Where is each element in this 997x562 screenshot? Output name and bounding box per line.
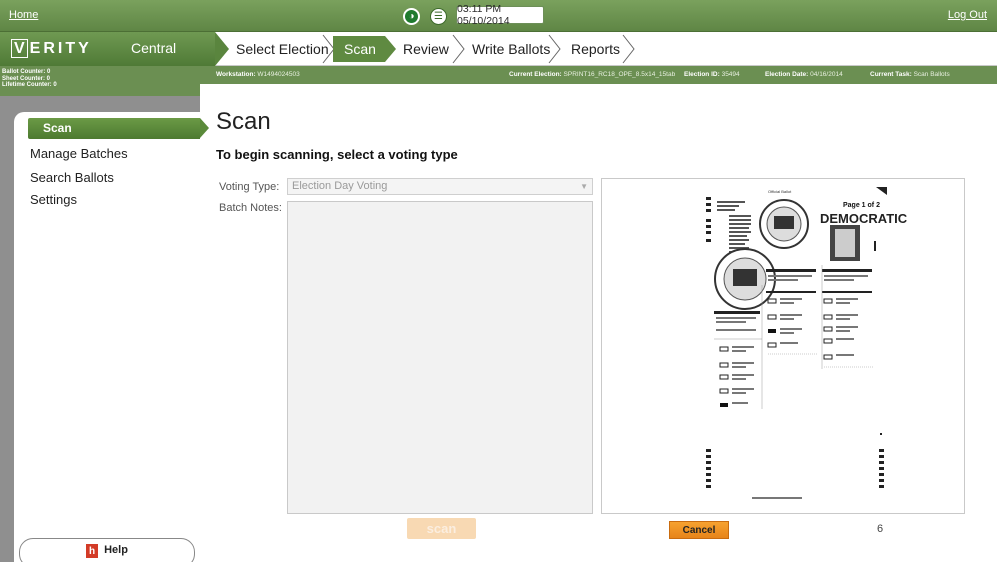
sidebar-item-manage-batches[interactable]: Manage Batches — [30, 146, 128, 161]
verity-logo: V ERITY — [11, 39, 92, 58]
batch-notes-textarea[interactable] — [287, 201, 593, 514]
counters: Ballot Counter: 0 Sheet Counter: 0 Lifet… — [0, 66, 200, 96]
tab-scan[interactable]: Scan — [344, 32, 376, 66]
sidebar-active-arrow — [200, 118, 209, 138]
chevron-right-icon — [548, 34, 561, 64]
status-icons: ◑ ☰ — [403, 6, 447, 26]
logout-link[interactable]: Log Out — [948, 9, 987, 21]
election-id-info: Election ID: 35494 — [684, 71, 740, 78]
current-task-info: Current Task: Scan Ballots — [870, 71, 950, 78]
help-label: Help — [104, 544, 128, 556]
sidebar-item-label: Scan — [43, 121, 72, 135]
ballot-preview: Official Ballot Page 1 of 2 DEMOCRATIC — [601, 178, 965, 514]
home-link[interactable]: Home — [9, 9, 38, 21]
tab-select-election[interactable]: Select Election — [236, 32, 329, 66]
chevron-down-icon: ▼ — [580, 182, 588, 191]
ballot-image: Official Ballot Page 1 of 2 DEMOCRATIC — [706, 187, 908, 499]
batch-notes-label: Batch Notes: — [219, 202, 282, 214]
scan-button[interactable]: scan — [407, 518, 476, 539]
party-banner-text: DEMOCRATIC — [820, 211, 908, 226]
connection-status-icon[interactable]: ◑ — [403, 7, 420, 25]
current-election-info: Current Election: SPRINT16_RC18_OPE_8.5x… — [509, 71, 676, 78]
brand-arrow — [215, 32, 229, 66]
tab-scan-active-arrow — [385, 36, 396, 62]
top-bar: Home ◑ ☰ 03:11 PM 05/10/2014 Log Out — [0, 0, 997, 32]
brand-bar: V ERITY Central — [0, 32, 215, 66]
official-ballot-text: Official Ballot — [768, 189, 792, 194]
election-date-info: Election Date: 04/16/2014 — [765, 71, 843, 78]
product-name: Central — [131, 40, 177, 56]
help-button[interactable]: h Help — [19, 538, 195, 562]
help-icon: h — [86, 544, 99, 558]
page-title: Scan — [216, 108, 271, 135]
voting-type-value: Election Day Voting — [292, 180, 388, 192]
cancel-button[interactable]: Cancel — [669, 521, 729, 539]
chevron-right-icon — [452, 34, 465, 64]
app-window: Home ◑ ☰ 03:11 PM 05/10/2014 Log Out V ER… — [0, 0, 997, 562]
page-indicator-text: Page 1 of 2 — [843, 202, 880, 209]
workstation-info: Workstation: W1494024503 — [216, 71, 300, 78]
page-count: 6 — [877, 523, 884, 535]
tab-reports[interactable]: Reports — [571, 32, 620, 66]
lock-status-icon[interactable]: ☰ — [430, 7, 447, 25]
voting-type-label: Voting Type: — [219, 181, 280, 193]
lifetime-counter: Lifetime Counter: 0 — [2, 82, 57, 88]
clock-display: 03:11 PM 05/10/2014 — [456, 3, 544, 27]
voting-type-select[interactable]: Election Day Voting ▼ — [287, 178, 593, 195]
sidebar-item-search-ballots[interactable]: Search Ballots — [30, 170, 114, 185]
tab-write-ballots[interactable]: Write Ballots — [472, 32, 550, 66]
tab-review[interactable]: Review — [403, 32, 449, 66]
sidebar-item-settings[interactable]: Settings — [30, 192, 77, 207]
page-subtitle: To begin scanning, select a voting type — [216, 147, 458, 162]
nav-row: V ERITY Central Select Election Scan Revi… — [0, 32, 997, 66]
chevron-right-icon — [622, 34, 635, 64]
